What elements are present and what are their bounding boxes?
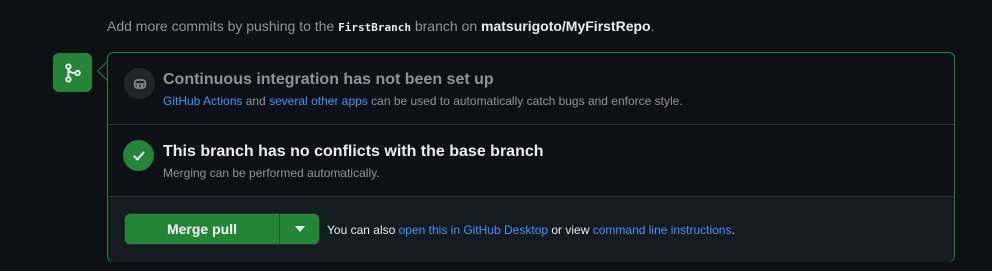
branch-name: FirstBranch (338, 21, 411, 34)
ci-description: GitHub Actions and several other apps ca… (163, 93, 683, 109)
command-line-instructions-link[interactable]: command line instructions (593, 223, 732, 237)
open-in-desktop-link[interactable]: open this in GitHub Desktop (399, 223, 548, 237)
other-apps-link[interactable]: several other apps (269, 94, 368, 108)
ci-title: Continuous integration has not been set … (163, 71, 494, 88)
triangle-down-icon (294, 226, 305, 232)
conflicts-section: This branch has no conflicts with the ba… (108, 125, 954, 197)
merge-info-prefix: You can also (327, 223, 399, 237)
ci-section: Continuous integration has not been set … (108, 53, 954, 125)
merge-alternatives: You can also open this in GitHub Desktop… (327, 222, 735, 238)
merge-info-suffix: . (731, 223, 735, 237)
merge-info-middle: or view (548, 223, 593, 237)
hint-suffix: . (650, 18, 655, 34)
actions-icon (124, 68, 155, 99)
merge-pull-request-button[interactable]: Merge pull request (125, 214, 279, 244)
merge-options-dropdown[interactable] (279, 214, 319, 244)
repo-name: matsurigoto/MyFirstRepo (481, 18, 651, 34)
conflicts-description: Merging can be performed automatically. (163, 166, 380, 180)
merge-status-badge (53, 53, 92, 92)
check-icon (123, 140, 154, 171)
hint-middle: branch on (410, 18, 482, 34)
git-merge-icon (64, 62, 81, 83)
ci-and: and (242, 94, 270, 108)
hint-prefix: Add more commits by pushing to the (107, 18, 339, 34)
github-actions-link[interactable]: GitHub Actions (163, 94, 242, 108)
merge-box: Continuous integration has not been set … (107, 52, 955, 262)
ci-rest: can be used to automatically catch bugs … (367, 94, 683, 108)
merge-section: Merge pull request You can also open thi… (108, 197, 954, 262)
merge-button-group: Merge pull request (124, 213, 320, 245)
conflicts-title: This branch has no conflicts with the ba… (163, 143, 544, 160)
push-hint: Add more commits by pushing to the First… (107, 16, 655, 38)
